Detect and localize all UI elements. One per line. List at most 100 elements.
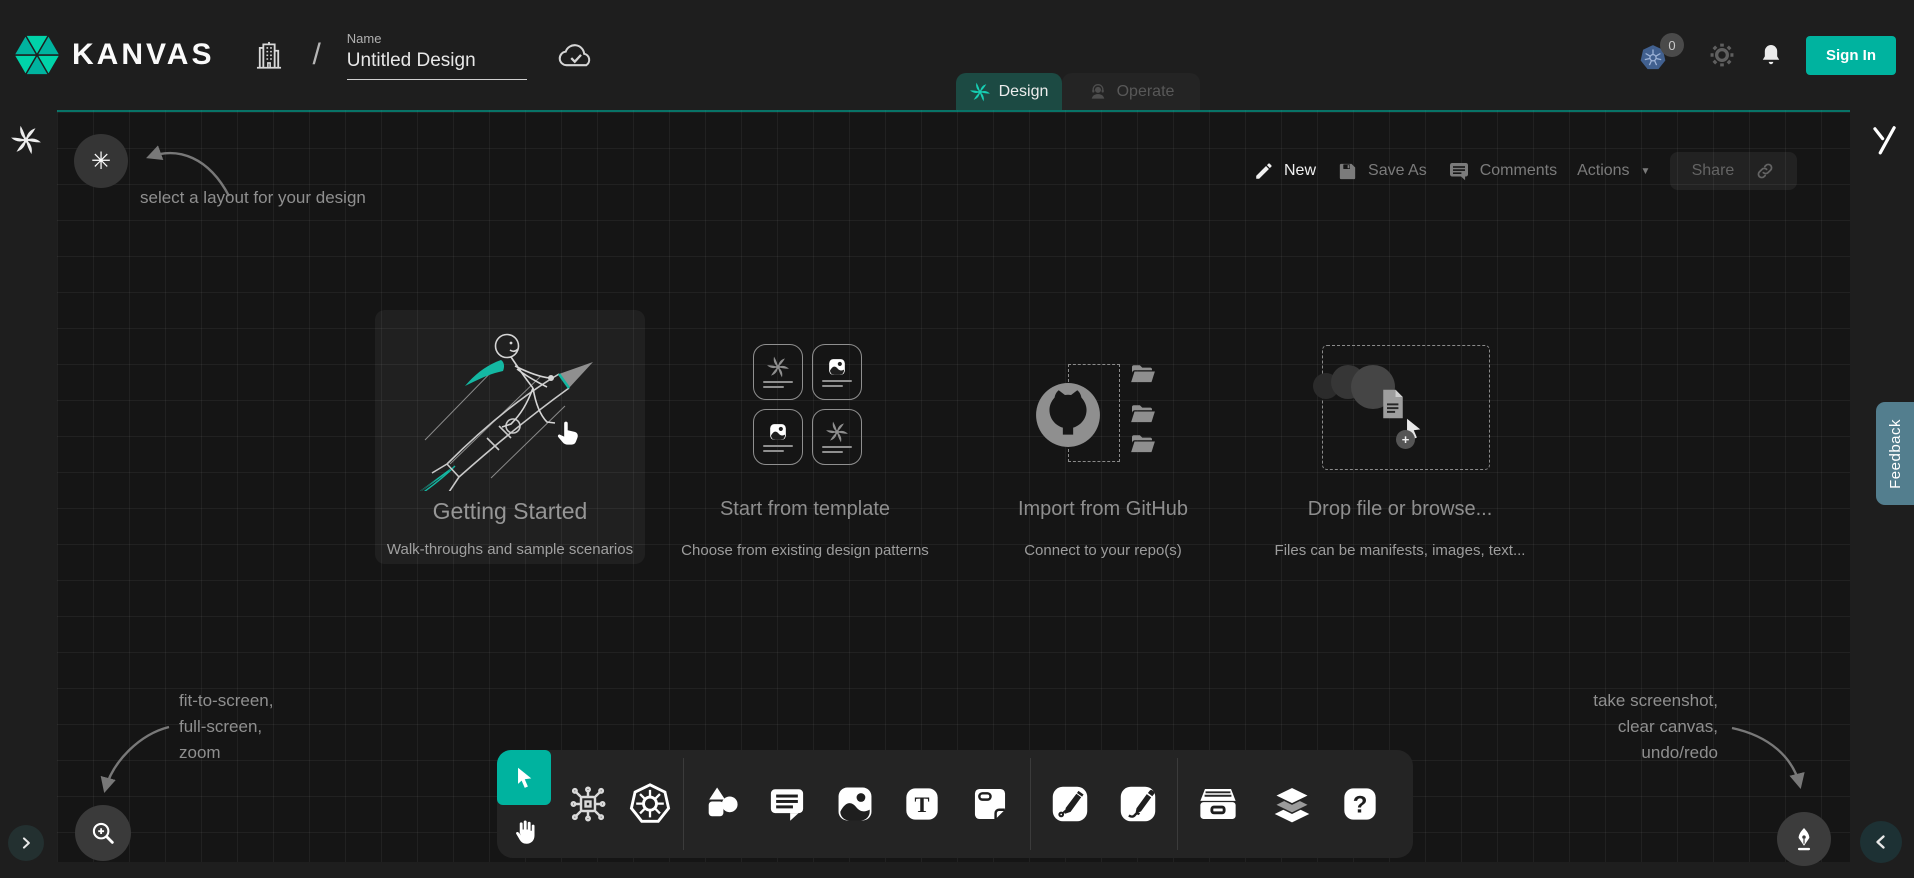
repo-folder-icon xyxy=(1128,429,1158,459)
feedback-tab[interactable]: Feedback xyxy=(1876,402,1914,505)
design-spiral-icon xyxy=(970,82,990,102)
pointer-hand-cursor-icon xyxy=(551,416,585,450)
autosave-cloud-icon xyxy=(557,41,595,69)
select-tool[interactable] xyxy=(497,750,551,805)
mode-tabs: Design Operate xyxy=(956,73,1200,110)
tab-design[interactable]: Design xyxy=(956,73,1062,110)
save-floppy-icon xyxy=(1336,160,1359,183)
kubernetes-wheel-icon xyxy=(627,781,673,827)
comments-button[interactable]: Comments xyxy=(1447,159,1557,183)
template-thumbnails xyxy=(753,344,863,465)
canvas-actions-button[interactable] xyxy=(1777,812,1831,866)
archive-tool[interactable] xyxy=(1195,781,1241,827)
text-tool[interactable]: T xyxy=(902,784,942,824)
cursor-arrow-icon xyxy=(511,765,537,791)
collapse-right-panel-button[interactable] xyxy=(1860,821,1902,863)
dock-divider xyxy=(1030,758,1031,850)
text-t-icon: T xyxy=(902,784,942,824)
card-getting-started[interactable]: Getting Started Walk-throughs and sample… xyxy=(375,310,645,564)
components-tool[interactable] xyxy=(567,783,609,825)
pen-nib-icon xyxy=(1790,825,1818,853)
tab-operate-label: Operate xyxy=(1117,83,1175,101)
actions-dropdown[interactable]: Actions ▼ xyxy=(1577,162,1650,180)
comment-tool[interactable] xyxy=(766,783,808,825)
annotation-line: full-screen, xyxy=(179,714,273,740)
pen-path-icon xyxy=(1048,782,1092,826)
comments-icon xyxy=(1447,159,1471,183)
image-tool[interactable] xyxy=(834,783,876,825)
pan-tool[interactable] xyxy=(497,805,551,858)
chevron-down-icon: ▼ xyxy=(1641,166,1651,177)
y-logo[interactable] xyxy=(1868,124,1900,156)
context-count-badge: 0 xyxy=(1660,33,1684,57)
link-icon xyxy=(1754,160,1776,182)
design-canvas[interactable]: New Save As Comments Actions ▼ Share ✳ xyxy=(57,110,1850,862)
dock-divider xyxy=(1177,758,1178,850)
save-as-label: Save As xyxy=(1368,162,1427,180)
card-subtitle: Choose from existing design patterns xyxy=(665,542,945,559)
card-title: Import from GitHub xyxy=(943,498,1263,521)
chevron-left-icon xyxy=(1869,830,1893,854)
text-glyph: T xyxy=(914,792,929,817)
layout-hint-text: select a layout for your design xyxy=(140,188,366,208)
tab-operate[interactable]: Operate xyxy=(1062,73,1200,110)
spiral-icon xyxy=(826,421,848,443)
template-tile xyxy=(753,409,803,465)
kubernetes-context-switcher[interactable]: 0 xyxy=(1638,33,1686,77)
card-subtitle: Connect to your repo(s) xyxy=(943,542,1263,559)
kubernetes-tool[interactable] xyxy=(627,781,673,827)
organization-building-icon[interactable] xyxy=(252,38,286,72)
canvas-toolbar: New Save As Comments Actions ▼ Share xyxy=(1253,150,1797,192)
layers-tool[interactable] xyxy=(1269,781,1315,827)
repo-folder-icon xyxy=(1128,399,1158,429)
pen-tool[interactable] xyxy=(1048,782,1092,826)
spiral-icon xyxy=(767,356,789,378)
feedback-label: Feedback xyxy=(1887,419,1904,489)
expand-left-panel-button[interactable] xyxy=(8,825,44,861)
new-design-button[interactable]: New xyxy=(1253,160,1316,182)
bottom-right-annotation: take screenshot, clear canvas, undo/redo xyxy=(1593,688,1718,766)
design-name-label: Name xyxy=(347,31,527,46)
shapes-icon xyxy=(701,783,743,825)
component-chip-icon xyxy=(567,783,609,825)
zoom-controls-button[interactable] xyxy=(75,805,131,861)
template-tile xyxy=(753,344,803,400)
save-as-button[interactable]: Save As xyxy=(1336,160,1427,183)
share-button[interactable]: Share xyxy=(1670,152,1797,190)
repo-folder-icon xyxy=(1128,359,1158,389)
sign-in-button[interactable]: Sign In xyxy=(1806,36,1896,75)
pencil-tool[interactable] xyxy=(1116,782,1160,826)
help-tool[interactable]: ? xyxy=(1340,784,1380,824)
annotation-line: fit-to-screen, xyxy=(179,688,273,714)
design-name-field: Name xyxy=(347,31,527,80)
image-icon xyxy=(834,783,876,825)
rocket-illustration xyxy=(395,316,625,491)
note-tool[interactable] xyxy=(969,783,1011,825)
question-glyph: ? xyxy=(1353,792,1368,819)
plus-badge: + xyxy=(1396,430,1415,449)
settings-gear-icon[interactable] xyxy=(1708,41,1736,69)
annotation-line: take screenshot, xyxy=(1593,688,1718,714)
annotation-line: zoom xyxy=(179,740,273,766)
workspace: New Save As Comments Actions ▼ Share ✳ xyxy=(0,110,1914,878)
shapes-tool[interactable] xyxy=(701,783,743,825)
tab-design-label: Design xyxy=(999,83,1049,101)
pencil-scribble-icon xyxy=(1116,782,1160,826)
sticky-note-icon xyxy=(969,783,1011,825)
design-name-input[interactable] xyxy=(347,48,527,80)
image-icon xyxy=(766,422,790,442)
tool-dock: T ? xyxy=(497,750,1413,858)
new-label: New xyxy=(1284,162,1316,180)
notifications-bell-icon[interactable] xyxy=(1758,42,1784,68)
template-tile xyxy=(812,344,862,400)
layout-selector-button[interactable]: ✳ xyxy=(74,134,128,188)
operate-headset-icon xyxy=(1088,82,1108,102)
card-title: Getting Started xyxy=(375,498,645,525)
meshery-menu-icon[interactable] xyxy=(11,125,41,155)
layout-flower-icon: ✳ xyxy=(91,147,111,176)
comment-bubble-icon xyxy=(766,783,808,825)
kanvas-logo[interactable]: KANVAS xyxy=(14,31,214,79)
card-subtitle: Walk-throughs and sample scenarios xyxy=(375,541,645,558)
drawer-archive-icon xyxy=(1195,781,1241,827)
logo-text: KANVAS xyxy=(72,38,214,72)
